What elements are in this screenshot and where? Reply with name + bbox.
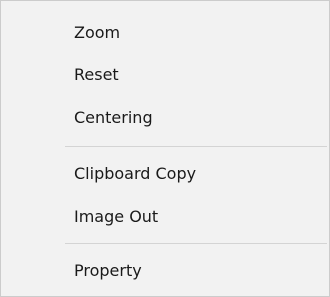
menu-item-image-out[interactable]: Image Out bbox=[2, 197, 328, 237]
context-menu: Zoom Reset Centering Clipboard Copy Imag… bbox=[0, 0, 330, 297]
menu-item-zoom[interactable]: Zoom bbox=[2, 13, 328, 53]
menu-item-clipboard-copy[interactable]: Clipboard Copy bbox=[2, 154, 328, 194]
menu-item-property[interactable]: Property bbox=[2, 251, 328, 291]
menu-item-reset[interactable]: Reset bbox=[2, 55, 328, 95]
menu-item-centering[interactable]: Centering bbox=[2, 98, 328, 138]
menu-separator bbox=[65, 146, 327, 147]
menu-separator bbox=[65, 243, 327, 244]
